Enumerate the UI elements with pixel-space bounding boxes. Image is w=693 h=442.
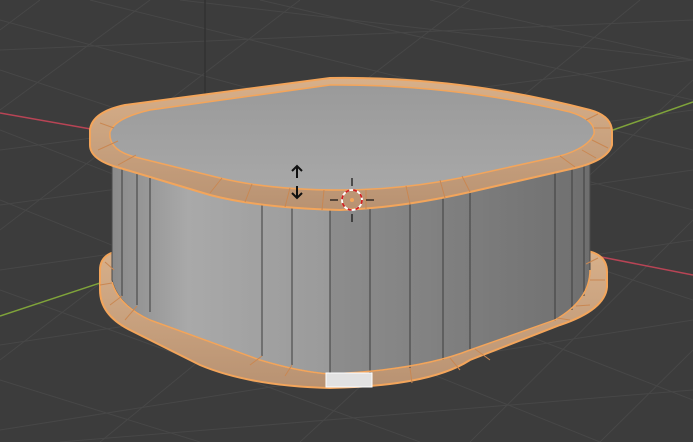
active-face[interactable] — [325, 372, 373, 388]
3d-viewport[interactable] — [0, 0, 693, 442]
mesh-object[interactable] — [89, 76, 613, 390]
viewport-canvas[interactable] — [0, 0, 693, 442]
